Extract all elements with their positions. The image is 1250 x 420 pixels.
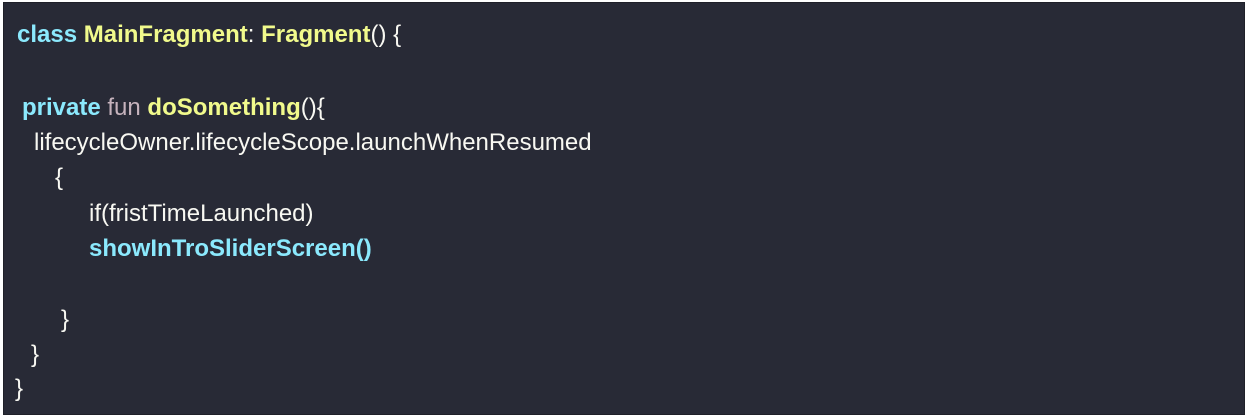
- code-line-open-brace: {: [55, 164, 64, 191]
- colon: :: [247, 21, 262, 48]
- code-line-launch-when-resumed: lifecycleOwner.lifecycleScope.launchWhen…: [34, 129, 592, 156]
- code-line-close-brace-function: }: [31, 341, 40, 368]
- function-open-brace: (){: [300, 94, 325, 121]
- code-line-function-declaration: private fun doSomething(){: [22, 91, 325, 125]
- code-line-class-declaration: class MainFragment: Fragment() {: [17, 18, 401, 52]
- function-name: doSomething: [147, 94, 301, 121]
- parent-class-name: Fragment: [261, 21, 371, 48]
- code-line-if-condition: if(fristTimeLaunched): [89, 200, 314, 227]
- code-editor-panel: class MainFragment: Fragment() { private…: [3, 2, 1245, 415]
- code-line-close-brace-inner: }: [61, 306, 70, 333]
- keyword-private: private: [22, 94, 101, 121]
- code-line-show-intro-call: showInTroSliderScreen(): [89, 235, 372, 262]
- keyword-class: class: [17, 21, 78, 48]
- keyword-fun: fun: [107, 94, 141, 121]
- class-open-brace: () {: [370, 21, 402, 48]
- class-name: MainFragment: [83, 21, 248, 48]
- code-line-close-brace-class: }: [15, 375, 24, 402]
